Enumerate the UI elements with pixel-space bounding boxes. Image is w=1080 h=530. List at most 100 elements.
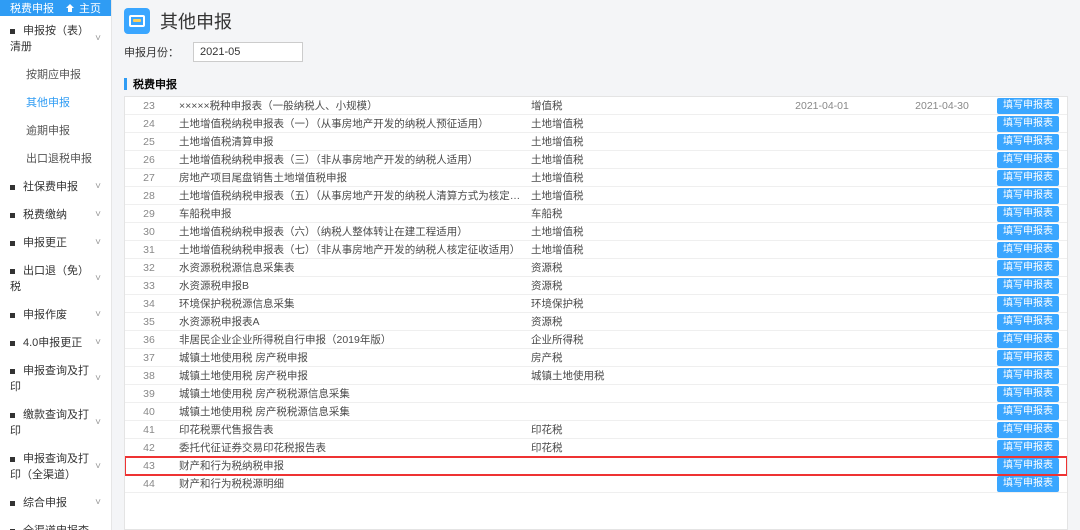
sidebar-group[interactable]: 申报查询及打印˅ — [0, 356, 111, 400]
fill-report-button[interactable]: 填写申报表 — [997, 278, 1059, 294]
fill-report-button[interactable]: 填写申报表 — [997, 224, 1059, 240]
page-title-row: 其他申报 — [124, 4, 1068, 40]
row-type: 增值税 — [527, 98, 757, 113]
row-name: 房地产项目尾盘销售土地增值税申报 — [173, 170, 527, 185]
fill-report-button[interactable]: 填写申报表 — [997, 332, 1059, 348]
row-index: 33 — [125, 280, 173, 292]
sidebar-item[interactable]: 出口退税申报 — [0, 144, 111, 172]
row-index: 26 — [125, 154, 173, 166]
filter-row: 申报月份： — [124, 40, 1068, 72]
table-row: 24土地增值税纳税申报表（一）（从事房地产开发的纳税人预征适用）土地增值税填写申… — [125, 115, 1067, 133]
month-input[interactable] — [193, 42, 303, 62]
fill-report-button[interactable]: 填写申报表 — [997, 296, 1059, 312]
home-label: 主页 — [79, 0, 101, 16]
fill-report-button[interactable]: 填写申报表 — [997, 404, 1059, 420]
sidebar-group[interactable]: 税费缴纳˅ — [0, 200, 111, 228]
row-type: 房产税 — [527, 350, 757, 365]
fill-report-button[interactable]: 填写申报表 — [997, 242, 1059, 258]
fill-report-button[interactable]: 填写申报表 — [997, 98, 1059, 114]
row-name: ×××××税种申报表（一般纳税人、小规模） — [173, 98, 527, 113]
home-icon — [65, 3, 75, 13]
sidebar-group[interactable]: 出口退（免）税˅ — [0, 256, 111, 300]
row-index: 34 — [125, 298, 173, 310]
row-date-end: 2021-04-30 — [887, 100, 997, 112]
sidebar-group[interactable]: 社保费申报˅ — [0, 172, 111, 200]
row-type: 印花税 — [527, 440, 757, 455]
row-type: 土地增值税 — [527, 134, 757, 149]
fill-report-button[interactable]: 填写申报表 — [997, 350, 1059, 366]
chevron-down-icon: ˅ — [95, 181, 101, 192]
sidebar-group[interactable]: 全渠道申报查询˅ — [0, 516, 111, 530]
chevron-down-icon: ˅ — [95, 417, 101, 428]
chevron-down-icon: ˅ — [95, 33, 101, 44]
chevron-down-icon: ˅ — [95, 373, 101, 384]
row-index: 43 — [125, 460, 173, 472]
row-name: 非居民企业企业所得税自行申报（2019年版） — [173, 332, 527, 347]
table-row: 33水资源税申报B资源税填写申报表 — [125, 277, 1067, 295]
row-name: 水资源税申报表A — [173, 314, 527, 329]
row-type: 土地增值税 — [527, 152, 757, 167]
chevron-down-icon: ˅ — [95, 337, 101, 348]
fill-report-button[interactable]: 填写申报表 — [997, 368, 1059, 384]
fill-report-button[interactable]: 填写申报表 — [997, 422, 1059, 438]
fill-report-button[interactable]: 填写申报表 — [997, 386, 1059, 402]
row-index: 30 — [125, 226, 173, 238]
sidebar-item[interactable]: 逾期申报 — [0, 116, 111, 144]
chevron-down-icon: ˅ — [95, 273, 101, 284]
fill-report-button[interactable]: 填写申报表 — [997, 314, 1059, 330]
table: 23×××××税种申报表（一般纳税人、小规模）增值税2021-04-012021… — [124, 96, 1068, 530]
table-row: 28土地增值税纳税申报表（五）（从事房地产开发的纳税人清算方式为核定征收适用）土… — [125, 187, 1067, 205]
row-type: 资源税 — [527, 314, 757, 329]
row-name: 印花税票代售报告表 — [173, 422, 527, 437]
fill-report-button[interactable]: 填写申报表 — [997, 134, 1059, 150]
row-index: 44 — [125, 478, 173, 490]
home-link[interactable]: 主页 — [65, 0, 101, 16]
main: 其他申报 申报月份： 税费申报 23×××××税种申报表（一般纳税人、小规模）增… — [112, 0, 1080, 530]
sidebar-item[interactable]: 按期应申报 — [0, 60, 111, 88]
sidebar-group[interactable]: 申报更正˅ — [0, 228, 111, 256]
fill-report-button[interactable]: 填写申报表 — [997, 170, 1059, 186]
table-row: 41印花税票代售报告表印花税填写申报表 — [125, 421, 1067, 439]
row-type: 环境保护税 — [527, 296, 757, 311]
sidebar-group[interactable]: 4.0申报更正˅ — [0, 328, 111, 356]
fill-report-button[interactable]: 填写申报表 — [997, 206, 1059, 222]
table-row: 34环境保护税税源信息采集环境保护税填写申报表 — [125, 295, 1067, 313]
fill-report-button[interactable]: 填写申报表 — [997, 152, 1059, 168]
table-row: 32水资源税税源信息采集表资源税填写申报表 — [125, 259, 1067, 277]
chevron-down-icon: ˅ — [95, 309, 101, 320]
sidebar-header: 税费申报 主页 — [0, 0, 111, 16]
table-row: 23×××××税种申报表（一般纳税人、小规模）增值税2021-04-012021… — [125, 97, 1067, 115]
row-name: 土地增值税纳税申报表（三）（非从事房地产开发的纳税人适用） — [173, 152, 527, 167]
row-index: 36 — [125, 334, 173, 346]
row-type: 土地增值税 — [527, 188, 757, 203]
table-row: 30土地增值税纳税申报表（六）（纳税人整体转让在建工程适用）土地增值税填写申报表 — [125, 223, 1067, 241]
sidebar-group[interactable]: 申报按（表）清册˅ — [0, 16, 111, 60]
row-type: 土地增值税 — [527, 170, 757, 185]
fill-report-button[interactable]: 填写申报表 — [997, 116, 1059, 132]
fill-report-button[interactable]: 填写申报表 — [997, 440, 1059, 456]
row-type: 土地增值税 — [527, 242, 757, 257]
sidebar-group[interactable]: 综合申报˅ — [0, 488, 111, 516]
table-row: 37城镇土地使用税 房产税申报房产税填写申报表 — [125, 349, 1067, 367]
fill-report-button[interactable]: 填写申报表 — [997, 188, 1059, 204]
row-index: 28 — [125, 190, 173, 202]
row-name: 城镇土地使用税 房产税申报 — [173, 368, 527, 383]
row-date-start: 2021-04-01 — [757, 100, 887, 112]
fill-report-button[interactable]: 填写申报表 — [997, 476, 1059, 492]
sidebar-item[interactable]: 其他申报 — [0, 88, 111, 116]
chevron-down-icon: ˅ — [95, 497, 101, 508]
sidebar-group[interactable]: 缴款查询及打印˅ — [0, 400, 111, 444]
row-index: 25 — [125, 136, 173, 148]
fill-report-button[interactable]: 填写申报表 — [997, 458, 1059, 474]
row-index: 29 — [125, 208, 173, 220]
fill-report-button[interactable]: 填写申报表 — [997, 260, 1059, 276]
row-type: 车船税 — [527, 206, 757, 221]
table-row: 31土地增值税纳税申报表（七）（非从事房地产开发的纳税人核定征收适用）土地增值税… — [125, 241, 1067, 259]
table-row: 39城镇土地使用税 房产税税源信息采集填写申报表 — [125, 385, 1067, 403]
sidebar: 税费申报 主页 申报按（表）清册˅按期应申报其他申报逾期申报出口退税申报社保费申… — [0, 0, 112, 530]
table-row: 36非居民企业企业所得税自行申报（2019年版）企业所得税填写申报表 — [125, 331, 1067, 349]
sidebar-group[interactable]: 申报作废˅ — [0, 300, 111, 328]
sidebar-group[interactable]: 申报查询及打印（全渠道）˅ — [0, 444, 111, 488]
row-name: 土地增值税清算申报 — [173, 134, 527, 149]
row-name: 委托代征证券交易印花税报告表 — [173, 440, 527, 455]
